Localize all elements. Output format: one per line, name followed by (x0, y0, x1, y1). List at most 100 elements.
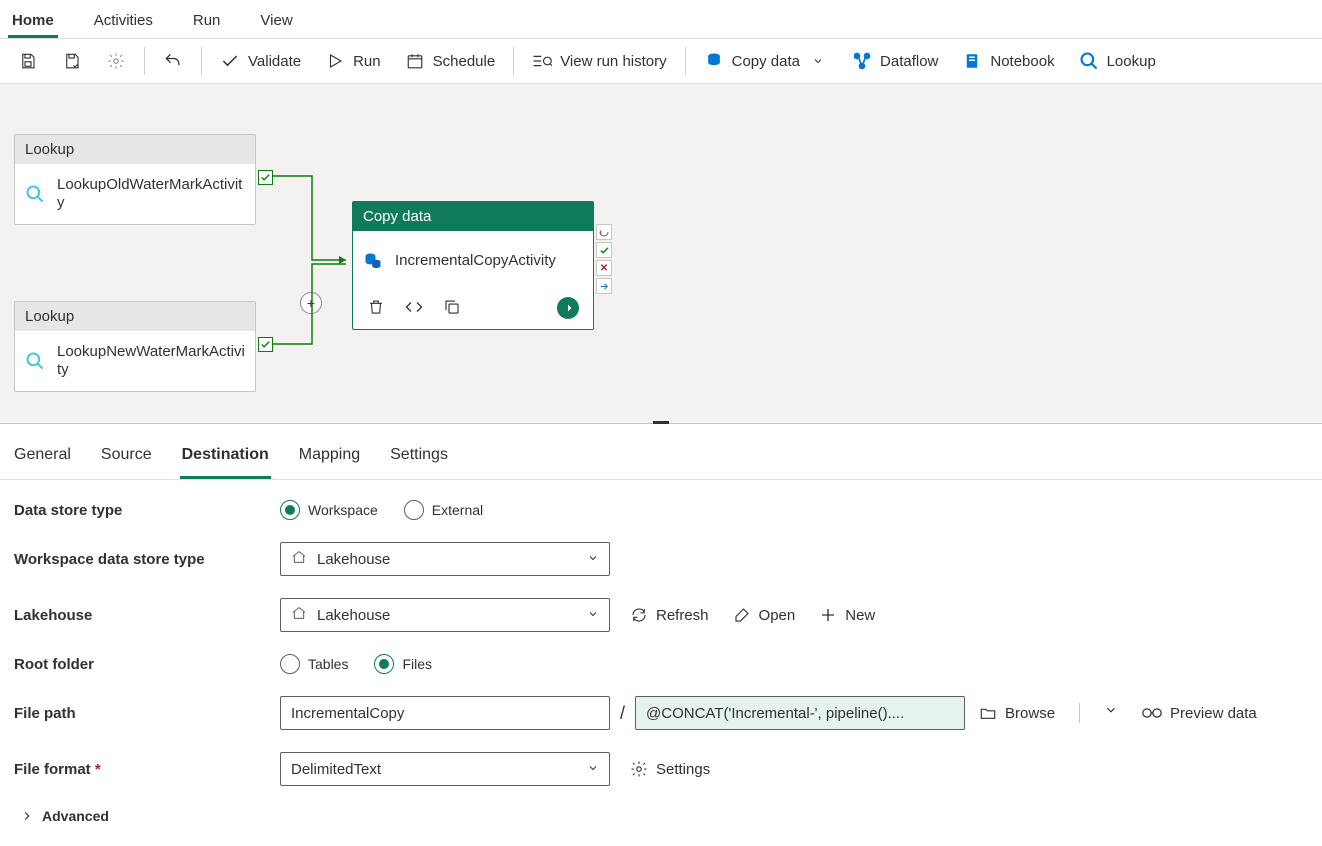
radio-external[interactable]: External (404, 500, 483, 520)
chevron-down-icon (587, 551, 599, 568)
tab-destination[interactable]: Destination (180, 440, 271, 479)
advanced-toggle[interactable]: Advanced (14, 808, 1308, 824)
save-button[interactable] (8, 45, 48, 77)
gear-icon (106, 51, 126, 71)
input-value: IncrementalCopy (291, 705, 404, 722)
lakehouse-icon (291, 549, 307, 569)
input-value: @CONCAT('Incremental-', pipeline().... (646, 705, 904, 722)
open-label: Open (759, 607, 796, 624)
run-activity-button[interactable] (557, 297, 579, 319)
validate-button[interactable]: Validate (210, 45, 311, 77)
notebook-label: Notebook (990, 53, 1054, 70)
select-value: DelimitedText (291, 761, 381, 778)
activity-copy-data[interactable]: Copy data IncrementalCopyActivity (352, 201, 594, 330)
settings-label: Settings (656, 761, 710, 778)
code-icon[interactable] (405, 298, 423, 319)
activity-name: IncrementalCopyActivity (395, 252, 556, 270)
delete-icon[interactable] (367, 298, 385, 319)
add-activity-button[interactable]: + (300, 292, 322, 314)
completion-icon[interactable] (596, 278, 612, 294)
file-path-label: File path (14, 705, 280, 722)
search-icon (25, 184, 45, 204)
activity-name: LookupNewWaterMarkActivity (57, 343, 245, 379)
save-as-button[interactable] (52, 45, 92, 77)
browse-button[interactable]: Browse (979, 703, 1055, 723)
tab-source[interactable]: Source (99, 440, 154, 479)
activity-lookup-new-watermark[interactable]: Lookup LookupNewWaterMarkActivity (14, 301, 256, 392)
search-icon (1079, 51, 1099, 71)
file-path-folder-input[interactable]: IncrementalCopy (280, 696, 610, 730)
radio-files[interactable]: Files (374, 654, 432, 674)
activity-header: Lookup (15, 302, 255, 331)
tab-view[interactable]: View (256, 6, 296, 38)
chevron-down-icon[interactable] (1104, 703, 1118, 723)
dataflow-button[interactable]: Dataflow (842, 45, 948, 77)
skip-icon[interactable] (596, 224, 612, 240)
details-tabs: General Source Destination Mapping Setti… (0, 424, 1322, 480)
view-run-history-label: View run history (560, 53, 666, 70)
preview-data-button[interactable]: Preview data (1142, 703, 1257, 723)
database-icon (363, 251, 383, 271)
root-folder-label: Root folder (14, 656, 280, 673)
activity-header: Copy data (353, 202, 593, 231)
schedule-label: Schedule (433, 53, 496, 70)
copy-icon[interactable] (443, 298, 461, 319)
activity-name: LookupOldWaterMarkActivity (57, 176, 245, 212)
tab-general[interactable]: General (12, 440, 73, 479)
select-value: Lakehouse (317, 607, 390, 624)
validate-label: Validate (248, 53, 301, 70)
notebook-button[interactable]: Notebook (952, 45, 1064, 77)
success-icon[interactable] (596, 242, 612, 258)
advanced-label: Advanced (42, 808, 109, 824)
radio-label: Files (402, 656, 432, 672)
radio-tables[interactable]: Tables (280, 654, 348, 674)
chevron-down-icon (587, 607, 599, 624)
file-format-select[interactable]: DelimitedText (280, 752, 610, 786)
separator (513, 47, 514, 75)
activity-lookup-old-watermark[interactable]: Lookup LookupOldWaterMarkActivity (14, 134, 256, 225)
connector-line (272, 172, 356, 264)
save-icon (18, 51, 38, 71)
undo-icon (163, 51, 183, 71)
workspace-ds-type-select[interactable]: Lakehouse (280, 542, 610, 576)
new-button[interactable]: New (819, 606, 875, 624)
lakehouse-select[interactable]: Lakehouse (280, 598, 610, 632)
select-value: Lakehouse (317, 551, 390, 568)
open-button[interactable]: Open (733, 606, 796, 624)
search-icon (25, 351, 45, 371)
activity-header: Lookup (15, 135, 255, 164)
tab-activities[interactable]: Activities (90, 6, 157, 38)
resize-handle[interactable] (653, 421, 669, 424)
workspace-ds-type-label: Workspace data store type (14, 551, 280, 568)
copy-data-button[interactable]: Copy data (694, 45, 838, 77)
view-run-history-button[interactable]: View run history (522, 45, 676, 77)
radio-label: Workspace (308, 502, 378, 518)
tab-settings[interactable]: Settings (388, 440, 450, 479)
schedule-button[interactable]: Schedule (395, 45, 506, 77)
top-tabs: Home Activities Run View (0, 0, 1322, 39)
pipeline-canvas[interactable]: Lookup LookupOldWaterMarkActivity Lookup… (0, 84, 1322, 424)
new-label: New (845, 607, 875, 624)
radio-workspace[interactable]: Workspace (280, 500, 378, 520)
settings-button[interactable] (96, 45, 136, 77)
lookup-button[interactable]: Lookup (1069, 45, 1166, 77)
success-check-icon[interactable] (258, 337, 273, 352)
refresh-button[interactable]: Refresh (630, 606, 709, 624)
fail-icon[interactable]: ✕ (596, 260, 612, 276)
check-icon (220, 51, 240, 71)
tab-home[interactable]: Home (8, 6, 58, 38)
separator (144, 47, 145, 75)
success-check-icon[interactable] (258, 170, 273, 185)
tab-mapping[interactable]: Mapping (297, 440, 362, 479)
file-path-expression-input[interactable]: @CONCAT('Incremental-', pipeline().... (635, 696, 965, 730)
status-connectors: ✕ (596, 224, 612, 294)
run-button[interactable]: Run (315, 45, 391, 77)
chevron-down-icon (587, 761, 599, 778)
radio-label: Tables (308, 656, 348, 672)
play-icon (325, 51, 345, 71)
undo-button[interactable] (153, 45, 193, 77)
tab-run[interactable]: Run (189, 6, 225, 38)
format-settings-button[interactable]: Settings (630, 760, 710, 778)
run-label: Run (353, 53, 381, 70)
copy-data-label: Copy data (732, 53, 800, 70)
